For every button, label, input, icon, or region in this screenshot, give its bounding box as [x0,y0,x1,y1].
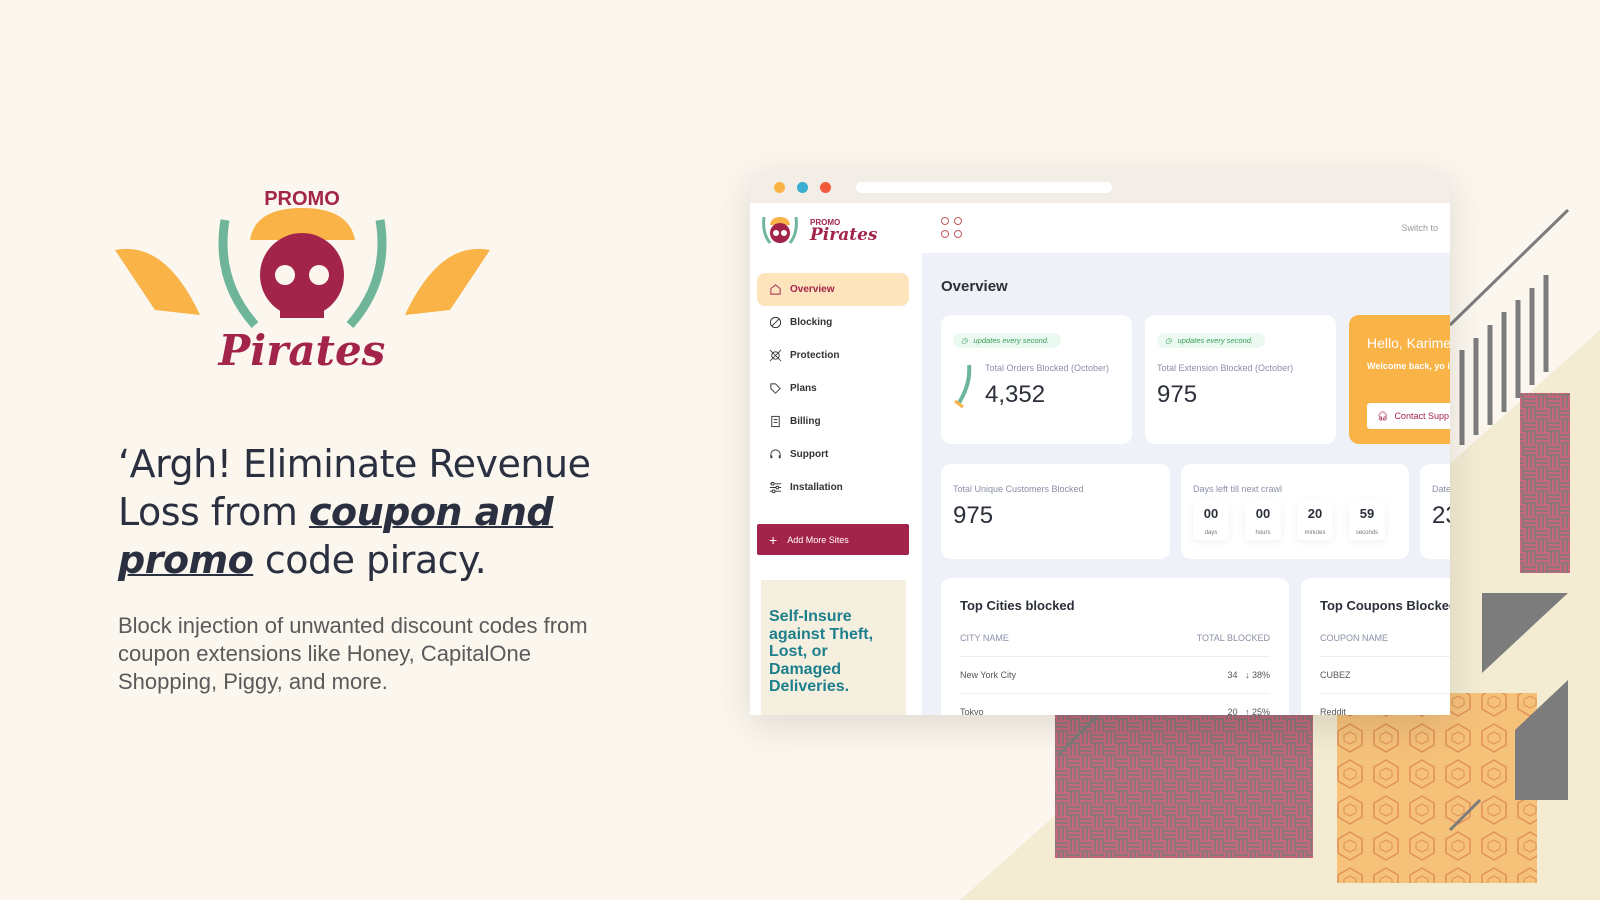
welcome-text: Welcome back, yo is ready! [1367,361,1450,371]
svg-text:Pirates: Pirates [218,326,386,375]
sidebar-item-plans[interactable]: Plans [757,372,909,405]
welcome-card: Hello, Karime Welcome back, yo is ready!… [1349,315,1450,444]
card-title: Top Cities blocked [960,598,1075,613]
table-row[interactable]: Reddit [1320,693,1450,715]
insurance-promo-card[interactable]: Self-Insure against Theft, Lost, or Dama… [761,580,906,715]
sidebar-item-label: Blocking [790,317,833,328]
sidebar-item-label: Plans [790,383,817,394]
sidebar-item-blocking[interactable]: Blocking [757,306,909,339]
sidebar-item-installation[interactable]: Installation [757,471,909,504]
updates-badge: ◷ updates every second. [1157,333,1266,348]
card-value: 23 [1432,502,1450,529]
top-coupons-card: Top Coupons Blocked COUPON NAME CUBEZ Re… [1301,578,1450,715]
column-header: COUPON NAME [1320,633,1389,643]
column-header: CITY NAME [960,633,1009,643]
skull-icon [769,349,782,362]
table-row[interactable]: New York City 34 ↓ 38% [960,656,1270,693]
promo-pirates-logo: PROMO Pirates [115,188,490,375]
card-value: 4,352 [985,381,1046,408]
sidebar: PROMO Pirates Overview Blocking Protectio… [750,203,922,715]
card-value: 975 [1157,381,1198,408]
column-header: TOTAL BLOCKED [1196,633,1270,643]
promo-text: Self-Insure against Theft, Lost, or Dama… [769,608,874,695]
sliders-icon [769,481,782,494]
sidebar-item-label: Installation [790,482,843,493]
browser-window: PROMO Pirates Overview Blocking Protectio… [750,170,1450,715]
sidebar-item-support[interactable]: Support [757,438,909,471]
window-dot [774,182,785,193]
countdown-minutes: 20 minutes [1297,500,1333,540]
top-cities-card: Top Cities blocked CITY NAME TOTAL BLOCK… [941,578,1289,715]
welcome-title: Hello, Karime [1367,335,1450,351]
switch-to-link[interactable]: Switch to [1401,223,1438,233]
hero-headline: ‘Argh! Eliminate Revenue Loss from coupo… [118,442,591,582]
add-sites-label: Add More Sites [787,534,849,545]
receipt-icon [771,415,780,428]
card-label: Date [1432,484,1450,494]
app-logo: PROMO Pirates [758,213,877,247]
change-indicator: ↑ 25% [1244,707,1270,715]
countdown-days: 00 days [1193,500,1229,540]
window-dot [797,182,808,193]
clock-icon: ◷ [1165,336,1172,345]
card-value: 975 [953,502,994,529]
brand-bottom: Pirates [810,224,878,245]
card-title: Top Coupons Blocked [1320,598,1450,613]
date-card: Date 23 [1420,464,1450,559]
orders-blocked-card: ◷ updates every second. Total Orders Bloc… [941,315,1132,444]
sidebar-item-label: Protection [790,350,840,361]
headset-icon [770,449,781,459]
card-label: Total Extension Blocked (October) [1157,363,1294,373]
block-icon [769,316,782,329]
plus-icon: + [769,531,778,548]
card-label: Days left till next crawl [1193,484,1283,494]
browser-titlebar [750,170,1450,203]
sidebar-item-billing[interactable]: Billing [757,405,909,438]
sidebar-nav: Overview Blocking Protection Plans Billi… [757,273,909,504]
card-label: Total Unique Customers Blocked [953,484,1084,494]
unique-customers-card: Total Unique Customers Blocked 975 [941,464,1170,559]
window-dot [820,182,831,193]
tag-icon [770,383,781,394]
address-bar[interactable] [856,182,1112,193]
sidebar-item-protection[interactable]: Protection [757,339,909,372]
home-icon [770,284,781,295]
hero-subtext: Block injection of unwanted discount cod… [118,613,588,694]
sword-icon [954,364,972,409]
crawl-countdown-card: Days left till next crawl 00 days 00 hours… [1181,464,1409,559]
apps-grid-icon[interactable] [940,216,964,240]
sidebar-item-label: Support [790,449,829,460]
table-row[interactable]: CUBEZ [1320,656,1450,693]
page-title: Overview [941,278,1008,295]
headset-icon: 🎧︎ [1377,410,1389,421]
sidebar-item-label: Overview [790,284,835,295]
change-indicator: ↓ 38% [1244,670,1270,680]
add-more-sites-button[interactable]: + Add More Sites [757,524,909,555]
countdown-hours: 00 hours [1245,500,1281,540]
contact-support-button[interactable]: 🎧︎ Contact Supp [1367,403,1450,429]
main-content: Overview ◷ updates every second. Total Or… [922,253,1450,715]
table-row[interactable]: Tokyo 20 ↑ 25% [960,693,1270,715]
sidebar-item-label: Billing [790,416,821,427]
updates-badge: ◷ updates every second. [953,333,1062,348]
sidebar-item-overview[interactable]: Overview [757,273,909,306]
top-bar: Switch to [922,203,1450,253]
extension-blocked-card: ◷ updates every second. Total Extension B… [1145,315,1336,444]
card-label: Total Orders Blocked (October) [985,363,1110,373]
svg-text:PROMO: PROMO [264,188,340,210]
skull-logo-icon [762,216,798,244]
countdown-seconds: 59 seconds [1349,500,1385,540]
clock-icon: ◷ [961,336,968,345]
